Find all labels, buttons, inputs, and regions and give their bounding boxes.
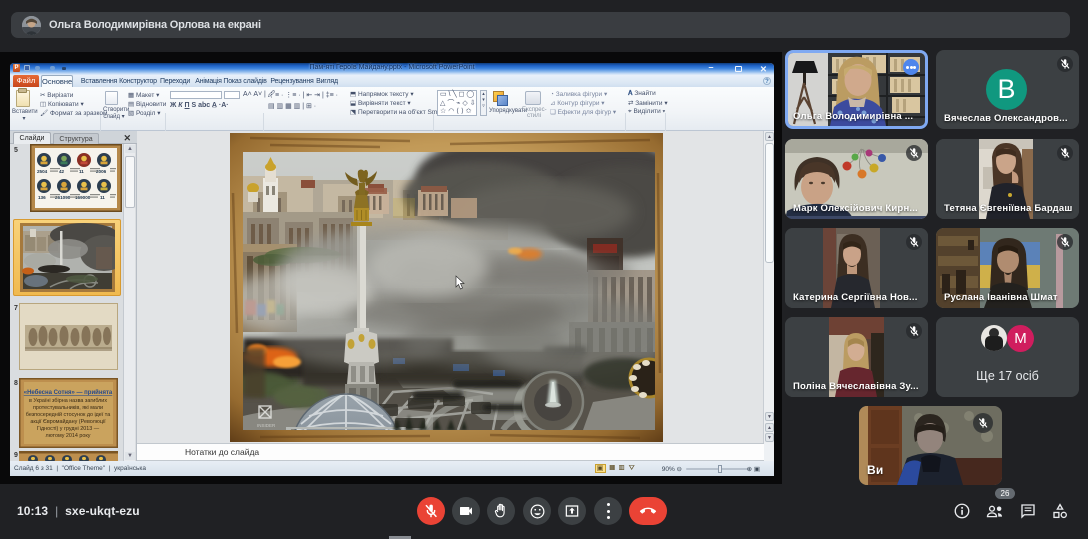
svg-text:протестувальників, які мали: протестувальників, які мали	[33, 405, 103, 411]
svg-text:лютому 2014 року: лютому 2014 року	[45, 433, 90, 439]
svg-text:11: 11	[100, 195, 105, 200]
svg-text:11: 11	[79, 169, 84, 174]
svg-text:акції Євромайдану (Революції: акції Євромайдану (Революції	[30, 418, 106, 425]
svg-text:136: 136	[38, 195, 46, 200]
svg-text:42: 42	[59, 169, 65, 174]
svg-text:INSIDER: INSIDER	[257, 423, 276, 428]
svg-text:безпосередній стосунок до ідеї: безпосередній стосунок до ідеї та	[26, 411, 110, 418]
svg-text:«Небесна Сотня» — прийнята: «Небесна Сотня» — прийнята	[24, 389, 113, 396]
svg-text:в Україні збірна назва загибли: в Україні збірна назва загиблих	[29, 398, 107, 404]
svg-text:Гідності) у грудні 2013 —: Гідності) у грудні 2013 —	[37, 426, 100, 432]
svg-text:2504: 2504	[37, 169, 48, 174]
